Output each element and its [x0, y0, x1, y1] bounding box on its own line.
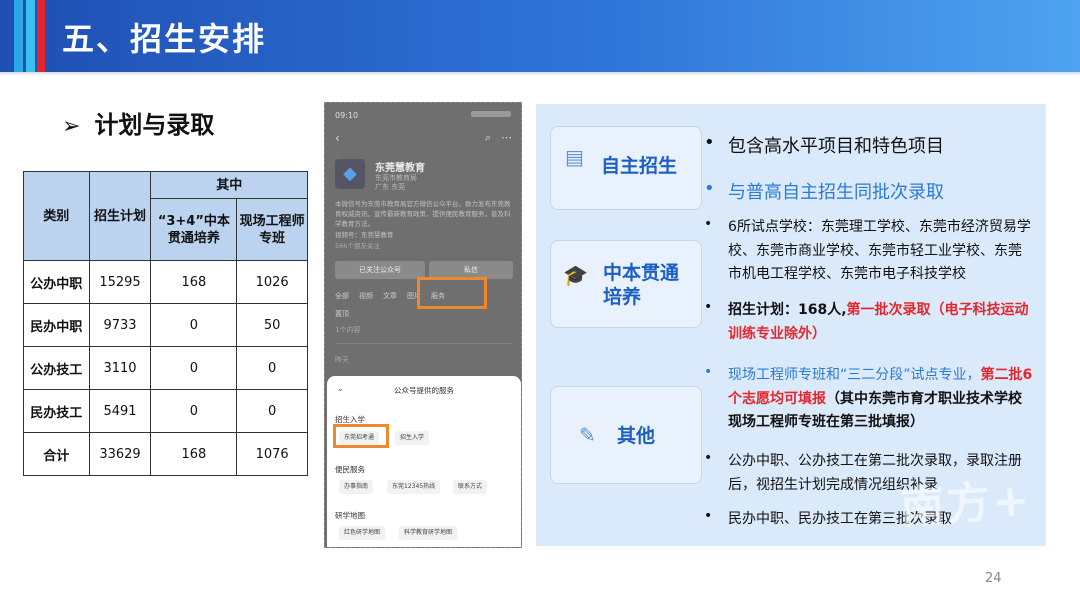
cell-category: 公办技工 [23, 346, 90, 390]
table-row: 民办技工 5491 0 0 [23, 389, 308, 433]
pinned-count: 1个内容 [335, 326, 361, 334]
account-name: 东莞慧教育 [375, 163, 425, 174]
followed-button: 已关注公众号 [335, 261, 425, 279]
enrollment-plan-table: 类别 招生计划 其中 “3+4”中本贯通培养 现场工程师专班 公办中职 1529… [23, 171, 308, 476]
col-header-plan: 招生计划 [88, 171, 152, 261]
status-icons [471, 111, 511, 117]
back-icon: ‹ [335, 131, 340, 145]
chip-hotline: 东莞12345热线 [387, 480, 441, 494]
cell-engineer: 0 [236, 346, 308, 390]
wechat-account-screenshot: 09:10 ‹ ⌕ ⋯ ◆ 东莞慧教育 东莞市教育局 广东 东莞 本微信号为东莞… [324, 102, 522, 548]
file-edit-icon: ✎ [579, 423, 596, 447]
col-header-engineer: 现场工程师专班 [236, 198, 308, 261]
cell-category: 合计 [23, 432, 90, 476]
document-icon: ▤ [565, 145, 584, 169]
more-icon: ⋯ [501, 131, 512, 144]
chip-guide: 办事指南 [339, 480, 374, 494]
card-label: 中本贯通 培养 [603, 262, 680, 308]
header-shadow [0, 72, 1080, 76]
engineer-class-text: 现场工程师专班和“三二分段”试点专业， [728, 367, 981, 383]
section-public-service: 便民服务 [335, 465, 365, 474]
card-self-enrollment: ▤ 自主招生 [550, 126, 702, 210]
card-other: ✎ 其他 [550, 386, 702, 484]
cell-engineer: 1076 [236, 432, 308, 476]
highlight-services-tab [417, 277, 487, 309]
cell-through: 0 [150, 346, 238, 390]
cell-plan: 5491 [88, 389, 152, 433]
item-same-batch: 与普高自主招生同批次录取 [728, 182, 944, 203]
page-number: 24 [985, 571, 1002, 586]
tab-video: 视频 [359, 292, 373, 300]
follower-count: 566个朋友关注 [335, 242, 380, 250]
account-location: 广东 东莞 [375, 183, 406, 191]
card-label: 自主招生 [601, 155, 678, 177]
pinned-label: 置顶 [335, 310, 349, 318]
chip-contact: 联系方式 [453, 480, 488, 494]
section-title-text: 计划与录取 [94, 111, 215, 139]
cell-category: 公办中职 [23, 260, 90, 304]
header-stripe-red [37, 0, 45, 72]
cell-plan: 3110 [88, 346, 152, 390]
plan-count-text: 招生计划：168人, [728, 302, 847, 318]
video-account: 视频号：东莞慧教育 [335, 231, 394, 239]
cell-engineer: 50 [236, 303, 308, 347]
account-logo: ◆ [335, 159, 365, 189]
chip-science-map: 科学教育研学地图 [399, 526, 458, 540]
services-sheet: ⌄ 公众号提供的服务 招生入学 东莞招考通 招生入学 便民服务 办事指南 东莞1… [327, 376, 521, 547]
tab-articles: 文章 [383, 292, 397, 300]
highlight-exam-service [333, 424, 389, 448]
date-label: 昨天 [335, 356, 349, 364]
chip-red-map: 红色研学地图 [339, 526, 386, 540]
table-row: 民办中职 9733 0 50 [23, 303, 308, 347]
cell-through: 0 [150, 303, 238, 347]
cell-engineer: 1026 [236, 260, 308, 304]
col-header-among: 其中 [150, 171, 308, 199]
graduation-cap-icon: 🎓 [563, 263, 588, 287]
cell-plan: 15295 [88, 260, 152, 304]
cell-through: 168 [150, 432, 238, 476]
search-icon: ⌕ [485, 131, 492, 144]
card-through-training: 🎓 中本贯通 培养 [550, 240, 702, 328]
cell-through: 168 [150, 260, 238, 304]
item-engineer-class: 现场工程师专班和“三二分段”试点专业，第二批6个志愿均可填报（其中东莞市育才职业… [728, 364, 1034, 435]
table-row-total: 合计 33629 168 1076 [23, 432, 308, 476]
chip-enrollment: 招生入学 [395, 431, 430, 445]
cell-category: 民办技工 [23, 389, 90, 433]
cell-plan: 9733 [88, 303, 152, 347]
cell-through: 0 [150, 389, 238, 433]
cell-category: 民办中职 [23, 303, 90, 347]
cell-engineer: 0 [236, 389, 308, 433]
arrow-bullet-icon: ➢ [62, 114, 81, 139]
sheet-title: 公众号提供的服务 [394, 386, 454, 395]
table-row: 公办中职 15295 168 1026 [23, 260, 308, 304]
slide-title: 五、招生安排 [62, 20, 267, 58]
watermark-logo: 南方+ [898, 474, 1033, 535]
header-stripe [26, 0, 35, 72]
card-label: 其他 [617, 425, 656, 447]
header-stripe [14, 0, 23, 72]
tab-all: 全部 [335, 292, 349, 300]
col-header-through: “3+4”中本贯通培养 [150, 198, 238, 261]
item-plan: 招生计划：168人,第一批次录取（电子科技运动训练专业除外） [728, 299, 1034, 346]
header-bar: 五、招生安排 [0, 0, 1080, 72]
divider [335, 343, 513, 344]
table-row: 公办技工 3110 0 0 [23, 346, 308, 390]
item-high-level: 包含高水平项目和特色项目 [728, 136, 944, 157]
item-pilot-schools: 6所试点学校：东莞理工学校、东莞市经济贸易学校、东莞市商业学校、东莞市轻工业学校… [728, 219, 1031, 282]
cell-plan: 33629 [88, 432, 152, 476]
section-title: ➢ 计划与录取 [62, 105, 214, 140]
section-study-map: 研学地图 [335, 511, 365, 520]
account-description: 本微信号为东莞市教育局官方微信公众平台，致力发布东莞教育权威资讯，宣传最新教育政… [335, 200, 511, 228]
col-header-category: 类别 [23, 171, 90, 261]
phone-time: 09:10 [335, 111, 359, 120]
